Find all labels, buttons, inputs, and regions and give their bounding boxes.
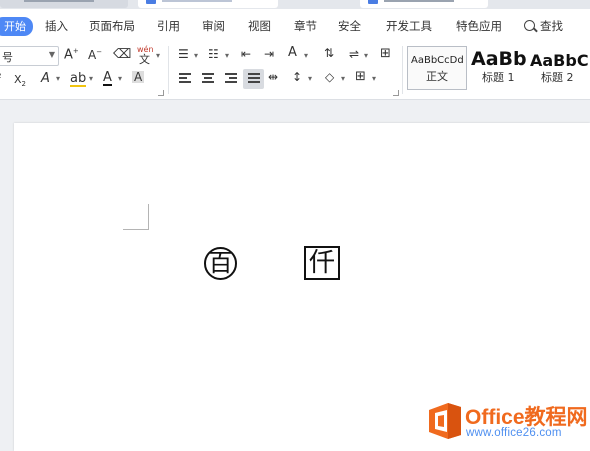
distribute-icon[interactable]: ⇹	[268, 71, 278, 83]
align-center-icon[interactable]	[202, 73, 214, 83]
style-name: 标题 2	[541, 71, 574, 84]
change-case-icon[interactable]: A	[288, 46, 297, 59]
table-layout-icon[interactable]: ⊞	[380, 47, 391, 60]
highlight-icon[interactable]: ab	[70, 72, 87, 87]
chevron-down-icon[interactable]: ▾	[372, 75, 376, 83]
menu-search[interactable]: 查找	[540, 18, 563, 34]
office26-watermark: Office教程网 www.office26.com	[424, 400, 590, 451]
chevron-down-icon[interactable]: ▾	[225, 52, 229, 60]
dialog-launcher-icon[interactable]	[158, 90, 164, 96]
show-marks-icon[interactable]: ⇌	[349, 48, 359, 60]
document-tabs-strip	[0, 0, 590, 9]
divider	[402, 46, 403, 94]
font-color-icon[interactable]: A	[103, 71, 112, 86]
sort-icon[interactable]: ⇅	[324, 47, 334, 59]
enclosed-character-circle[interactable]: 百	[204, 247, 237, 280]
menu-special-apps[interactable]: 特色应用	[456, 18, 502, 34]
style-name: 标题 1	[482, 71, 515, 84]
grow-font-icon[interactable]: A+	[64, 48, 79, 62]
menu-review[interactable]: 审阅	[202, 18, 225, 34]
dialog-launcher-icon[interactable]	[393, 90, 399, 96]
line-spacing-icon[interactable]: ↕	[292, 71, 302, 83]
menu-references[interactable]: 引用	[157, 18, 180, 34]
chevron-down-icon[interactable]: ▾	[341, 75, 345, 83]
tab-title	[24, 0, 94, 2]
chevron-down-icon[interactable]: ▾	[56, 75, 60, 83]
align-right-icon[interactable]	[225, 73, 237, 83]
tab-title	[384, 0, 454, 2]
style-normal[interactable]: AaBbCcDd 正文	[407, 46, 467, 90]
document-tab[interactable]	[0, 0, 128, 8]
menu-view[interactable]: 视图	[248, 18, 271, 34]
chevron-down-icon[interactable]: ▾	[89, 75, 93, 83]
style-sample: AaBbCcDd	[411, 55, 464, 66]
enclosed-character-square[interactable]: 仟	[304, 246, 340, 280]
increase-indent-icon[interactable]: ⇥	[264, 48, 274, 60]
menu-bar: 开始 插入 页面布局 引用 审阅 视图 章节 安全 开发工具 特色应用 查找	[0, 9, 590, 42]
style-sample: AaBbC	[530, 51, 589, 70]
writer-doc-icon	[368, 0, 378, 4]
menu-developer[interactable]: 开发工具	[386, 18, 432, 34]
tab-title	[162, 0, 232, 2]
superscript-icon[interactable]: 2	[0, 73, 1, 85]
phonetic-guide-char: 文	[139, 53, 150, 66]
align-left-icon[interactable]	[179, 73, 191, 83]
menu-start[interactable]: 开始	[0, 17, 33, 36]
bullet-list-icon[interactable]: ☰	[178, 48, 189, 60]
document-tab[interactable]	[360, 0, 488, 8]
watermark-url: www.office26.com	[466, 427, 562, 439]
chevron-down-icon[interactable]: ▾	[156, 52, 160, 60]
font-size-select[interactable]: 号 ▼	[0, 46, 59, 66]
clear-format-icon[interactable]: ⌫	[113, 48, 131, 61]
style-heading-2[interactable]: AaBbC 标题 2	[529, 46, 590, 90]
document-tab-active[interactable]	[138, 0, 278, 8]
style-heading-1[interactable]: AaBb 标题 1	[470, 46, 528, 90]
chevron-down-icon[interactable]: ▾	[304, 52, 308, 60]
chevron-down-icon[interactable]: ▾	[308, 75, 312, 83]
search-icon[interactable]	[524, 20, 535, 31]
style-gallery: AaBbCcDd 正文 AaBb 标题 1 AaBbC 标题 2	[407, 44, 590, 92]
text-effect-icon[interactable]: A	[41, 72, 50, 85]
numbered-list-icon[interactable]: ☷	[208, 48, 219, 60]
chevron-down-icon[interactable]: ▾	[194, 52, 198, 60]
subscript-icon[interactable]: X2	[14, 74, 26, 88]
font-size-value: 号	[2, 51, 13, 64]
margin-corner-mark	[123, 204, 149, 230]
chevron-down-icon[interactable]: ▾	[364, 52, 368, 60]
char-shading-icon[interactable]: A	[132, 71, 145, 83]
menu-page-layout[interactable]: 页面布局	[89, 18, 135, 34]
justify-icon	[248, 73, 260, 83]
style-name: 正文	[426, 70, 448, 83]
shrink-font-icon[interactable]: A−	[88, 49, 102, 62]
office-logo-icon	[429, 403, 461, 439]
borders-icon[interactable]: ⊞	[355, 70, 366, 83]
shading-icon[interactable]: ◇	[325, 71, 334, 83]
decrease-indent-icon[interactable]: ⇤	[241, 48, 251, 60]
divider	[168, 46, 169, 94]
document-canvas: 百 仟	[0, 100, 590, 451]
menu-chapter[interactable]: 章节	[294, 18, 317, 34]
menu-security[interactable]: 安全	[338, 18, 361, 34]
style-sample: AaBb	[471, 48, 527, 70]
writer-doc-icon	[146, 0, 156, 4]
menu-insert[interactable]: 插入	[45, 18, 68, 34]
chevron-down-icon: ▼	[48, 50, 55, 59]
chevron-down-icon[interactable]: ▾	[118, 75, 122, 83]
